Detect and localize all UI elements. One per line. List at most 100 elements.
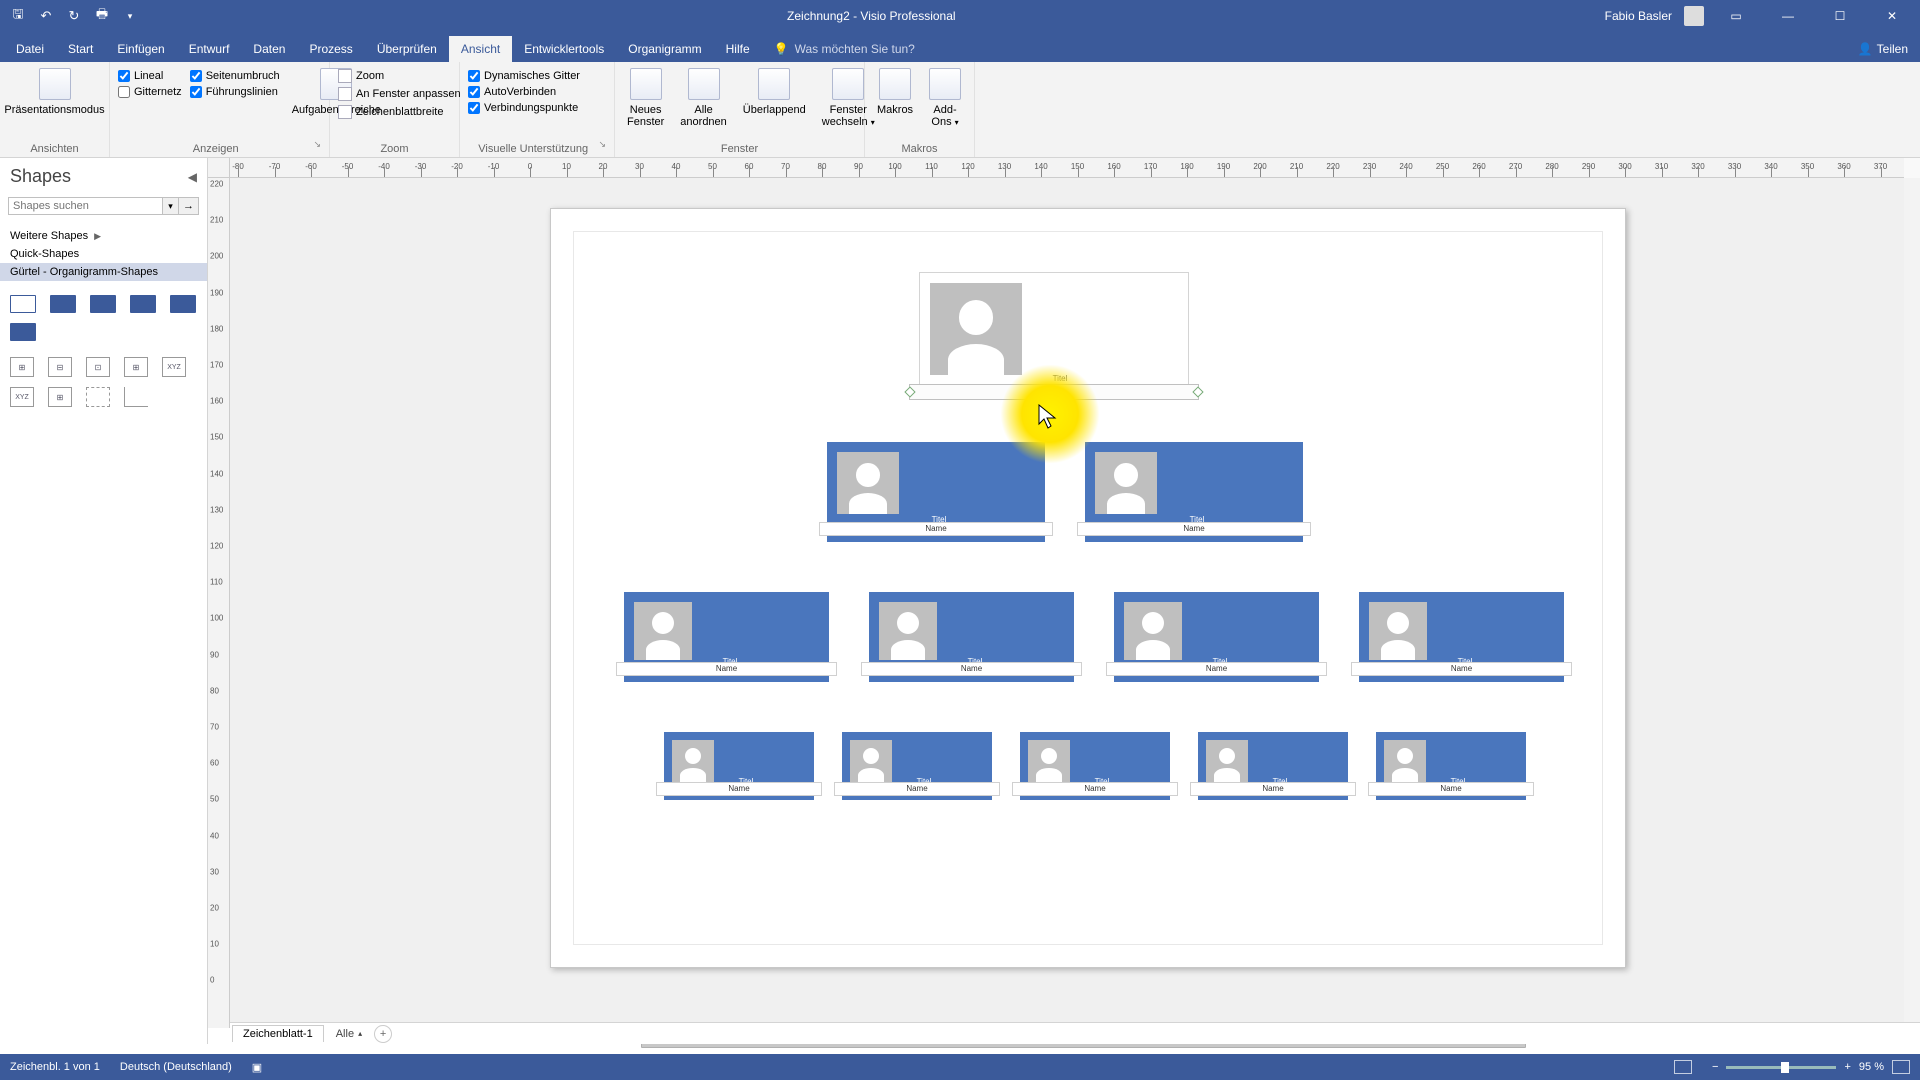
connector-endpoint-icon[interactable]: [1192, 386, 1203, 397]
shape-thumb[interactable]: [50, 295, 76, 313]
shape-mini[interactable]: [124, 387, 148, 407]
visuelle-launcher[interactable]: ↘: [598, 139, 606, 153]
fit-window-button[interactable]: An Fenster anpassen: [338, 86, 461, 102]
connector-endpoint-icon[interactable]: [904, 386, 915, 397]
minimize-button[interactable]: —: [1768, 0, 1808, 32]
ribbon-options-icon[interactable]: ▭: [1716, 0, 1756, 32]
shape-mini[interactable]: ⊡: [86, 357, 110, 377]
autoconnect-checkbox[interactable]: AutoVerbinden: [468, 86, 580, 98]
undo-icon[interactable]: ↶: [38, 8, 54, 24]
shapes-search-input[interactable]: [8, 197, 163, 215]
status-page: Zeichenbl. 1 von 1: [10, 1061, 100, 1073]
status-language[interactable]: Deutsch (Deutschland): [120, 1061, 232, 1073]
org-shape[interactable]: TitelName: [1198, 732, 1348, 800]
quick-shapes-item[interactable]: Quick-Shapes: [0, 245, 207, 263]
addons-button[interactable]: Add- Ons ▾: [925, 66, 965, 130]
org-shape[interactable]: Titel Name: [827, 442, 1045, 542]
sheet-tab[interactable]: Zeichenblatt-1: [232, 1025, 324, 1042]
stencil-item-guertel[interactable]: Gürtel - Organigramm-Shapes: [0, 263, 207, 281]
org-shape[interactable]: TitelName: [664, 732, 814, 800]
collapse-shapes-icon[interactable]: ◀: [188, 170, 197, 184]
menu-tab-hilfe[interactable]: Hilfe: [714, 36, 762, 62]
shapes-panel: Shapes ◀ ▾ → Weitere Shapes▶ Quick-Shape…: [0, 158, 208, 1044]
search-dropdown[interactable]: ▾: [163, 197, 179, 215]
org-shape[interactable]: TitelName: [1376, 732, 1526, 800]
menu-tab-überprüfen[interactable]: Überprüfen: [365, 36, 449, 62]
print-icon[interactable]: 🖶: [94, 8, 110, 24]
menu-bar: DateiStartEinfügenEntwurfDatenProzessÜbe…: [0, 32, 1920, 62]
org-shape[interactable]: TitelName: [842, 732, 992, 800]
fuehrungslinien-checkbox[interactable]: Führungslinien: [190, 86, 280, 98]
shape-thumb[interactable]: [10, 295, 36, 313]
drawing-page[interactable]: Titel Titel Name: [550, 208, 1626, 968]
close-button[interactable]: ✕: [1872, 0, 1912, 32]
shape-mini[interactable]: XYZ: [10, 387, 34, 407]
shape-thumb[interactable]: [90, 295, 116, 313]
gitternetz-checkbox[interactable]: Gitternetz: [118, 86, 182, 98]
menu-tab-daten[interactable]: Daten: [241, 36, 297, 62]
anzeigen-launcher[interactable]: ↘: [313, 139, 321, 153]
org-name-bar[interactable]: [909, 384, 1199, 400]
vertical-scrollbar[interactable]: [1904, 178, 1920, 1028]
shape-thumb[interactable]: [10, 323, 36, 341]
shape-mini[interactable]: ⊞: [48, 387, 72, 407]
org-shape[interactable]: Titel Name: [1085, 442, 1303, 542]
menu-tab-prozess[interactable]: Prozess: [297, 36, 364, 62]
menu-tab-datei[interactable]: Datei: [4, 36, 56, 62]
org-shape[interactable]: TitelName: [1020, 732, 1170, 800]
save-icon[interactable]: 🖫: [10, 8, 26, 24]
add-sheet-button[interactable]: +: [374, 1025, 392, 1043]
redo-icon[interactable]: ↻: [66, 8, 82, 24]
share-button[interactable]: 👤 Teilen: [1846, 36, 1920, 62]
chevron-right-icon: ▶: [94, 231, 101, 242]
qat-dropdown-icon[interactable]: ▾: [122, 8, 138, 24]
title-bar: 🖫 ↶ ↻ 🖶 ▾ Zeichnung2 - Visio Professiona…: [0, 0, 1920, 32]
shape-thumb[interactable]: [130, 295, 156, 313]
page-width-button[interactable]: Zeichenblattbreite: [338, 104, 461, 120]
zoom-out-button[interactable]: −: [1712, 1061, 1718, 1073]
shape-mini[interactable]: ⊟: [48, 357, 72, 377]
macros-button[interactable]: Makros: [873, 66, 917, 118]
user-avatar[interactable]: [1684, 6, 1704, 26]
all-sheets-button[interactable]: Alle▴: [336, 1028, 362, 1040]
zoom-button[interactable]: Zoom: [338, 68, 461, 84]
menu-tab-entwicklertools[interactable]: Entwicklertools: [512, 36, 616, 62]
menu-tab-ansicht[interactable]: Ansicht: [449, 36, 512, 62]
zoom-level[interactable]: 95 %: [1859, 1061, 1884, 1073]
quick-access-toolbar: 🖫 ↶ ↻ 🖶 ▾: [0, 8, 138, 24]
group-visuelle-label: Visuelle Unterstützung: [468, 141, 598, 155]
canvas[interactable]: -80-70-60-50-40-30-20-100102030405060708…: [208, 158, 1920, 1044]
new-window-button[interactable]: Neues Fenster: [623, 66, 668, 130]
cascade-button[interactable]: Überlappend: [739, 66, 810, 118]
presentation-mode-button[interactable]: Präsentationsmodus: [0, 66, 108, 118]
menu-tab-start[interactable]: Start: [56, 36, 105, 62]
arrange-icon: [688, 68, 720, 100]
dynamic-grid-checkbox[interactable]: Dynamisches Gitter: [468, 70, 580, 82]
more-shapes-item[interactable]: Weitere Shapes▶: [0, 227, 207, 245]
menu-tab-entwurf[interactable]: Entwurf: [177, 36, 242, 62]
connection-points-checkbox[interactable]: Verbindungspunkte: [468, 102, 580, 114]
macro-record-icon[interactable]: ▣: [252, 1061, 262, 1074]
shape-mini[interactable]: XYZ: [162, 357, 186, 377]
org-shape[interactable]: TitelName: [1359, 592, 1564, 682]
zoom-in-button[interactable]: +: [1844, 1061, 1850, 1073]
shape-mini[interactable]: [86, 387, 110, 407]
shape-thumb[interactable]: [170, 295, 196, 313]
tell-me-search[interactable]: 💡 Was möchten Sie tun?: [762, 36, 927, 62]
menu-tab-organigramm[interactable]: Organigramm: [616, 36, 713, 62]
search-go-button[interactable]: →: [179, 197, 199, 215]
seitenumbruch-checkbox[interactable]: Seitenumbruch: [190, 70, 280, 82]
maximize-button[interactable]: ☐: [1820, 0, 1860, 32]
view-mode-button[interactable]: [1674, 1060, 1692, 1074]
org-shape[interactable]: TitelName: [1114, 592, 1319, 682]
shape-mini[interactable]: ⊞: [10, 357, 34, 377]
fit-page-button[interactable]: [1892, 1060, 1910, 1074]
arrange-all-button[interactable]: Alle anordnen: [676, 66, 731, 130]
org-shape[interactable]: TitelName: [869, 592, 1074, 682]
menu-tab-einfügen[interactable]: Einfügen: [105, 36, 176, 62]
shape-mini[interactable]: ⊞: [124, 357, 148, 377]
lineal-checkbox[interactable]: Lineal: [118, 70, 182, 82]
org-shape[interactable]: TitelName: [624, 592, 829, 682]
org-shape-exec[interactable]: Titel: [919, 272, 1189, 390]
zoom-slider[interactable]: [1726, 1066, 1836, 1069]
